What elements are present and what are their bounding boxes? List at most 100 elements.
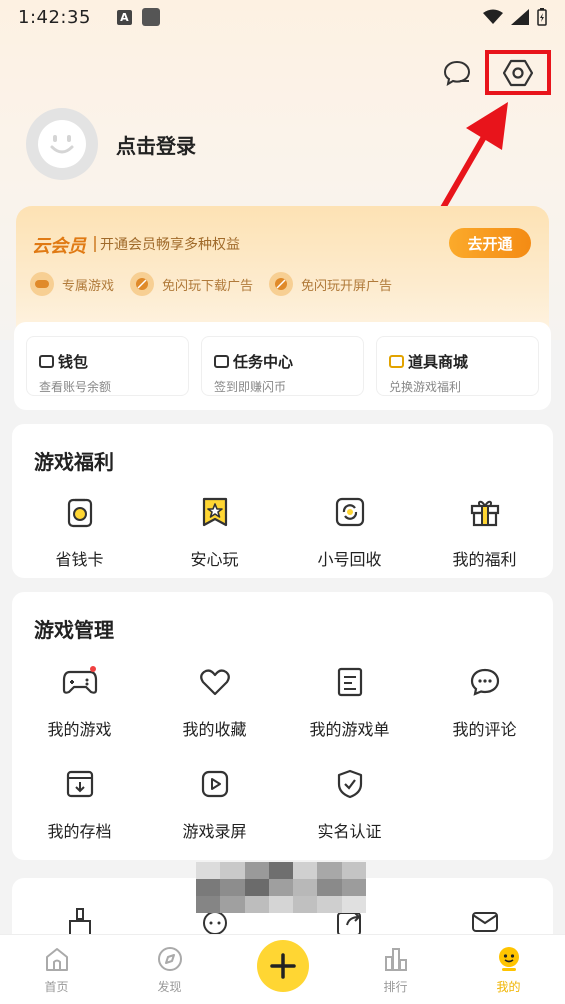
bar-chart-icon (381, 944, 411, 974)
gamepad-icon (60, 662, 100, 702)
mine-face-icon (494, 944, 524, 974)
coin-card-icon (60, 492, 100, 532)
nav-discover-label: 发现 (157, 980, 182, 994)
gift-icon (465, 492, 505, 532)
login-label[interactable]: 点击登录 (116, 130, 196, 159)
recycle-icon (330, 492, 370, 532)
task-center-entry[interactable]: 任务中心 签到即赚闪币 (201, 336, 364, 396)
avatar[interactable] (26, 108, 98, 180)
task-center-subtitle: 签到即赚闪币 (214, 380, 287, 394)
battery-icon (537, 8, 547, 26)
nav-mine[interactable]: 我的 (452, 935, 565, 1004)
grid-label: 实名认证 (317, 822, 382, 841)
save-archive-icon (60, 764, 100, 804)
list-doc-icon (330, 662, 370, 702)
grid-item-save-card[interactable]: 省钱卡 (12, 492, 147, 570)
header-actions (439, 50, 551, 95)
no-ad-icon (269, 272, 294, 296)
perk-label: 专属游戏 (62, 278, 115, 294)
notification-a-icon: A (116, 9, 132, 25)
login-profile[interactable]: 点击登录 (26, 108, 196, 180)
new-badge-dot (89, 666, 96, 672)
grid-item-my-comments[interactable]: 我的评论 (417, 662, 552, 740)
grid-item-game-recording[interactable]: 游戏录屏 (147, 764, 282, 842)
nav-rank[interactable]: 排行 (339, 935, 452, 1004)
wallet-subtitle: 查看账号余额 (39, 380, 112, 394)
signal-icon (511, 9, 529, 25)
grid-label: 省钱卡 (55, 550, 104, 569)
game-welfare-section: 游戏福利 省钱卡 安心玩 小号回收 我的福利 (12, 424, 553, 578)
quick-entries-card: 钱包 查看账号余额 任务中心 签到即赚闪币 道具商城 兑换游戏福利 (14, 322, 551, 410)
shield-check-icon (330, 764, 370, 804)
nav-home-label: 首页 (44, 980, 69, 994)
settings-highlight-box (485, 50, 551, 95)
perk-no-download-ads: 免闪玩下载广告 (130, 272, 253, 296)
settings-hexagon-icon (503, 59, 533, 86)
vip-perks: 专属游戏 免闪玩下载广告 免闪玩开屏广告 (30, 272, 392, 296)
perk-label: 免闪玩开屏广告 (301, 278, 393, 294)
shop-icon (389, 355, 404, 368)
home-icon (42, 944, 72, 974)
wallet-entry[interactable]: 钱包 查看账号余额 (26, 336, 189, 396)
perk-no-splash-ads: 免闪玩开屏广告 (269, 272, 392, 296)
wifi-icon (483, 9, 503, 24)
management-grid-row-2: 我的存档 游戏录屏 实名认证 (12, 764, 553, 842)
gamepad-icon (30, 272, 54, 296)
vip-description: 开通会员畅享多种权益 (100, 237, 240, 253)
item-shop-entry[interactable]: 道具商城 兑换游戏福利 (376, 336, 539, 396)
star-badge-icon (195, 492, 235, 532)
nav-mine-label: 我的 (496, 980, 521, 994)
grid-label: 我的游戏单 (309, 720, 390, 739)
bottom-navigation: 首页 发现 排行 我的 (0, 934, 565, 1004)
grid-item-my-welfare[interactable]: 我的福利 (417, 492, 552, 570)
nav-discover[interactable]: 发现 (113, 935, 226, 1004)
vip-separator (94, 236, 96, 252)
grid-item-safe-play[interactable]: 安心玩 (147, 492, 282, 570)
grid-item-my-game-lists[interactable]: 我的游戏单 (282, 662, 417, 740)
status-bar: 1:42:35 A (0, 0, 565, 34)
grid-label: 安心玩 (190, 550, 239, 569)
perk-label: 免闪玩下载广告 (162, 278, 254, 294)
section-title: 游戏管理 (34, 618, 114, 642)
welfare-grid: 省钱卡 安心玩 小号回收 我的福利 (12, 492, 553, 570)
grid-label: 我的评论 (452, 720, 517, 739)
message-button[interactable] (439, 55, 475, 91)
grid-item-my-games[interactable]: 我的游戏 (12, 662, 147, 740)
section-title: 游戏福利 (34, 450, 114, 474)
message-icon (443, 60, 471, 86)
vip-title: 云会员 (32, 236, 86, 257)
status-time: 1:42:35 (18, 6, 91, 28)
management-grid-row-1: 我的游戏 我的收藏 我的游戏单 我的评论 (12, 662, 553, 740)
grid-label: 我的收藏 (182, 720, 247, 739)
grid-item-real-name-auth[interactable]: 实名认证 (282, 764, 417, 842)
nav-add[interactable] (226, 935, 339, 1004)
nav-rank-label: 排行 (383, 980, 408, 994)
plus-icon (269, 952, 296, 979)
redacted-pixel-block (196, 862, 366, 913)
add-button[interactable] (256, 939, 309, 992)
grid-label: 小号回收 (317, 550, 382, 569)
item-shop-subtitle: 兑换游戏福利 (389, 380, 462, 394)
task-center-title: 任务中心 (233, 353, 294, 371)
game-management-section: 游戏管理 我的游戏 我的收藏 我的游戏单 我的评论 我的存档 游戏录屏 实名认证 (12, 592, 553, 860)
heart-icon (195, 662, 235, 702)
grid-item-my-favorites[interactable]: 我的收藏 (147, 662, 282, 740)
wallet-title: 钱包 (58, 353, 89, 371)
open-vip-button[interactable]: 去开通 (449, 228, 531, 258)
grid-item-account-recycle[interactable]: 小号回收 (282, 492, 417, 570)
settings-button[interactable] (500, 55, 536, 91)
comment-icon (465, 662, 505, 702)
no-ad-icon (130, 272, 155, 296)
grid-label: 游戏录屏 (182, 822, 247, 841)
wallet-icon (39, 355, 54, 368)
notification-app-icon (141, 8, 160, 26)
play-record-icon (195, 764, 235, 804)
item-shop-title: 道具商城 (408, 353, 469, 371)
task-icon (214, 355, 229, 368)
nav-home[interactable]: 首页 (0, 935, 113, 1004)
grid-label: 我的存档 (47, 822, 112, 841)
default-avatar-face-icon (38, 120, 86, 168)
compass-icon (155, 944, 185, 974)
grid-label: 我的游戏 (47, 720, 112, 739)
grid-item-my-saves[interactable]: 我的存档 (12, 764, 147, 842)
